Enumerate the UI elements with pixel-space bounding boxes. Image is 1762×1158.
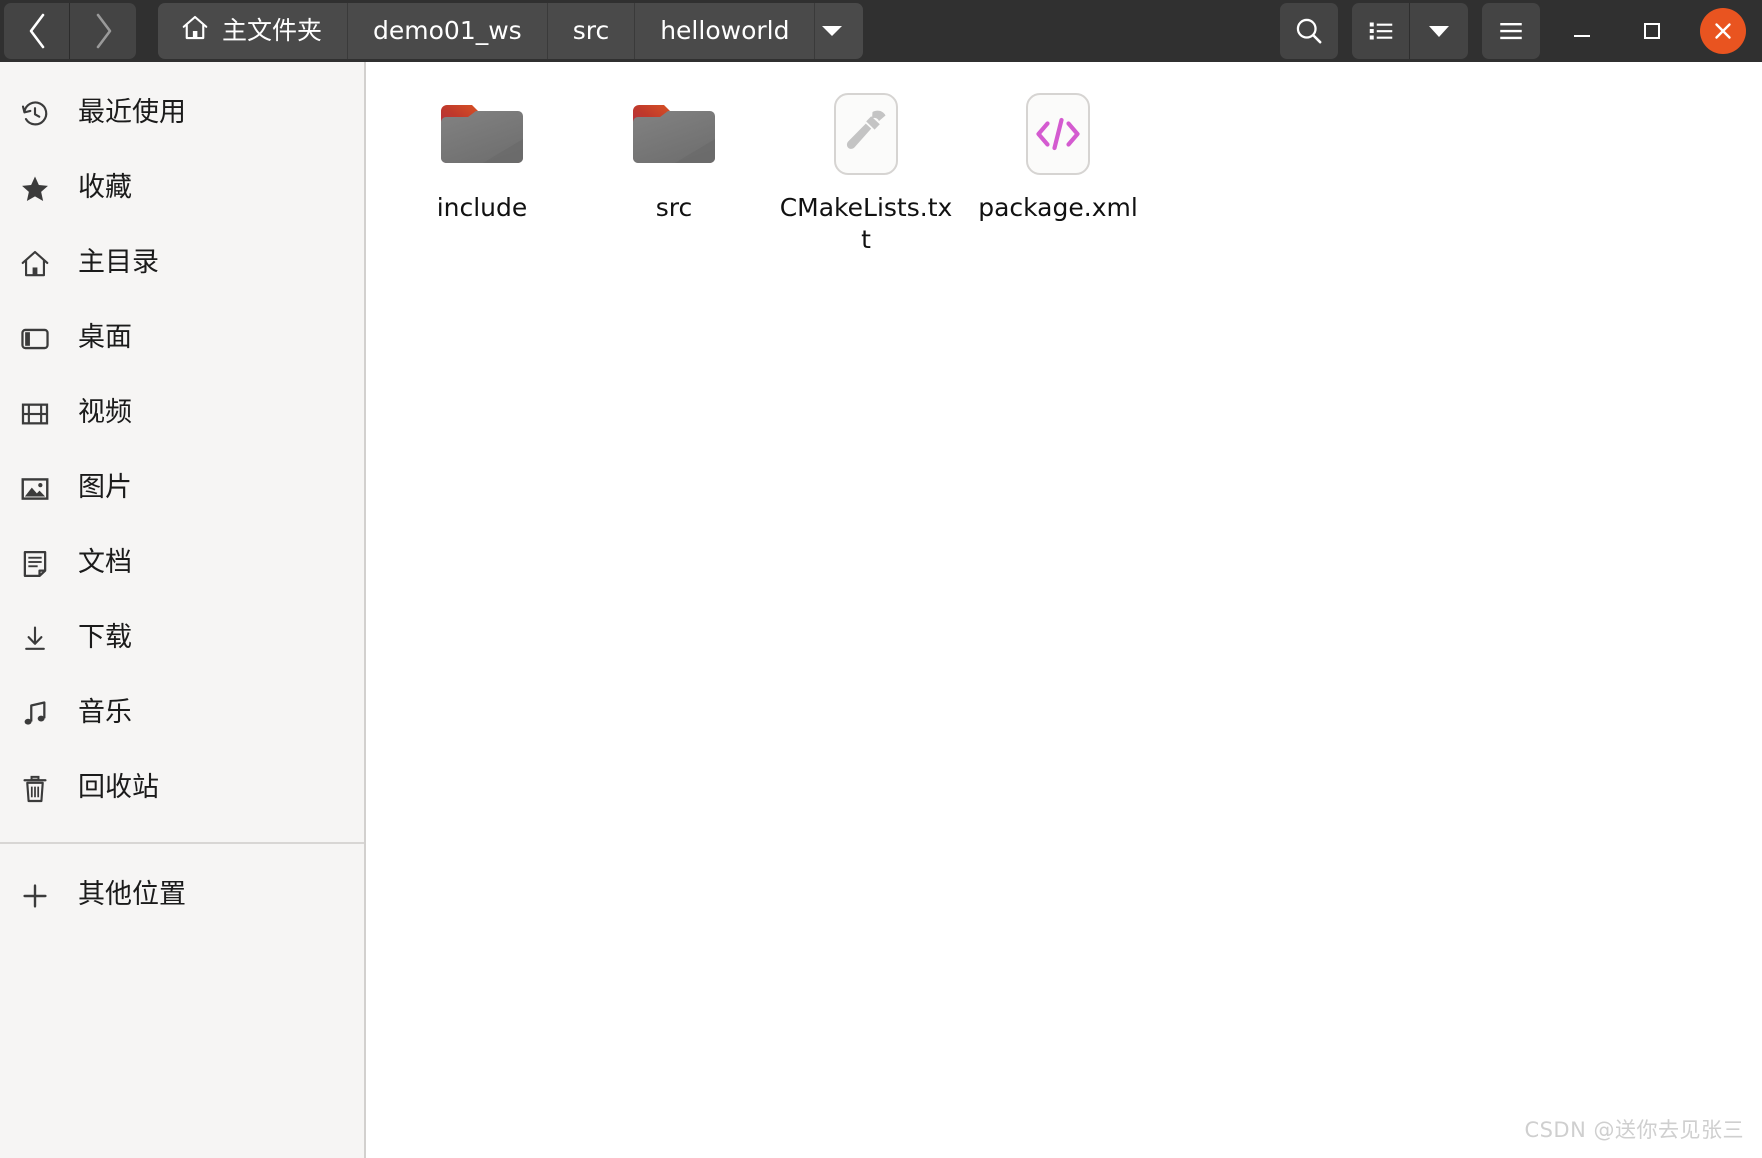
sidebar-item-pictures[interactable]: 图片	[0, 451, 364, 526]
star-icon	[16, 170, 54, 208]
sidebar-item-videos[interactable]: 视频	[0, 376, 364, 451]
breadcrumb-item-helloworld[interactable]: helloworld	[635, 3, 816, 59]
plus-icon	[16, 877, 54, 915]
window-body: 最近使用 收藏 主目录 桌面 视频 图片 文档 下载 音乐 回收站 其他位置 i…	[0, 62, 1762, 1158]
file-name-label: include	[436, 193, 528, 222]
forward-button[interactable]	[70, 3, 136, 59]
recent-clock-icon	[16, 95, 54, 133]
sidebar-item-label: 最近使用	[78, 97, 186, 128]
breadcrumb-dropdown-button[interactable]	[815, 3, 864, 59]
csdn-watermark: CSDN @送你去见张三	[1524, 1118, 1744, 1142]
image-picture-icon	[16, 470, 54, 508]
list-view-button[interactable]	[1352, 3, 1410, 59]
search-icon	[1296, 18, 1322, 44]
minimize-icon	[1574, 35, 1590, 37]
file-name-label: CMakeLists.txt	[779, 193, 953, 254]
sidebar-item-label: 回收站	[78, 772, 159, 803]
file-item-package-xml[interactable]: package.xml	[962, 80, 1154, 260]
breadcrumb-item-demo01-ws[interactable]: demo01_ws	[348, 3, 548, 59]
trash-bin-icon	[16, 770, 54, 808]
file-name-label: src	[655, 193, 693, 222]
close-button[interactable]	[1700, 8, 1746, 54]
breadcrumb-item-home[interactable]: 主文件夹	[158, 3, 349, 59]
home-icon	[180, 13, 210, 49]
chevron-left-icon	[29, 13, 44, 49]
file-name-label: package.xml	[978, 193, 1138, 222]
sidebar-item-label: 收藏	[78, 172, 132, 203]
music-note-icon	[16, 695, 54, 733]
sidebar-divider	[0, 842, 364, 844]
close-icon	[1715, 23, 1731, 39]
sidebar-item-label: 主目录	[78, 247, 159, 278]
sidebar-item-label: 下载	[78, 622, 132, 653]
file-item-src[interactable]: src	[578, 80, 770, 260]
sidebar-item-label: 视频	[78, 397, 132, 428]
breadcrumb-label: helloworld	[660, 15, 790, 45]
breadcrumb-label: src	[572, 15, 610, 45]
navigation-button-group	[4, 3, 136, 59]
sidebar: 最近使用 收藏 主目录 桌面 视频 图片 文档 下载 音乐 回收站 其他位置	[0, 62, 366, 1158]
sidebar-item-label: 图片	[78, 472, 132, 503]
sidebar-item-recent[interactable]: 最近使用	[0, 76, 364, 151]
sidebar-item-downloads[interactable]: 下载	[0, 601, 364, 676]
sidebar-item-label: 文档	[78, 547, 132, 578]
document-icon	[16, 545, 54, 583]
hamburger-menu-icon	[1500, 23, 1522, 40]
folder-icon	[434, 88, 530, 184]
breadcrumb-label: 主文件夹	[222, 15, 323, 45]
minimize-button[interactable]	[1554, 3, 1610, 59]
sidebar-item-starred[interactable]: 收藏	[0, 151, 364, 226]
header-right-group	[1266, 0, 1762, 62]
breadcrumb-item-src[interactable]: src	[547, 3, 636, 59]
sidebar-item-label: 其他位置	[78, 879, 186, 910]
file-list-view[interactable]: include src CMakeLists.txt package.xml C…	[366, 62, 1762, 1158]
breadcrumb: 主文件夹 demo01_ws src helloworld	[158, 3, 864, 59]
file-item-include[interactable]: include	[386, 80, 578, 260]
file-item-cmakelists-txt[interactable]: CMakeLists.txt	[770, 80, 962, 260]
hammer-build-file-icon	[818, 88, 914, 184]
sidebar-item-trash[interactable]: 回收站	[0, 751, 364, 826]
home-icon	[16, 245, 54, 283]
sidebar-item-documents[interactable]: 文档	[0, 526, 364, 601]
maximize-icon	[1644, 23, 1660, 39]
search-button[interactable]	[1280, 3, 1338, 59]
view-options-dropdown-button[interactable]	[1410, 3, 1468, 59]
xml-code-file-icon	[1010, 88, 1106, 184]
main-menu-button[interactable]	[1482, 3, 1540, 59]
chevron-down-icon	[1429, 25, 1449, 37]
desktop-icon	[16, 320, 54, 358]
sidebar-item-label: 桌面	[78, 322, 132, 353]
sidebar-item-home[interactable]: 主目录	[0, 226, 364, 301]
video-film-icon	[16, 395, 54, 433]
breadcrumb-label: demo01_ws	[373, 15, 522, 45]
sidebar-item-other-locations[interactable]: 其他位置	[0, 858, 364, 933]
header-bar: 主文件夹 demo01_ws src helloworld	[0, 0, 1762, 62]
list-view-icon	[1369, 22, 1392, 40]
file-manager-window: 主文件夹 demo01_ws src helloworld 最近使用 收藏 主目…	[0, 0, 1762, 1158]
maximize-button[interactable]	[1624, 3, 1680, 59]
chevron-down-icon	[822, 26, 843, 36]
download-arrow-icon	[16, 620, 54, 658]
sidebar-item-label: 音乐	[78, 697, 132, 728]
icon-grid: include src CMakeLists.txt package.xml	[366, 62, 1762, 260]
sidebar-item-desktop[interactable]: 桌面	[0, 301, 364, 376]
sidebar-item-music[interactable]: 音乐	[0, 676, 364, 751]
header-left-group: 主文件夹 demo01_ws src helloworld	[0, 0, 864, 62]
back-button[interactable]	[4, 3, 70, 59]
chevron-right-icon	[96, 13, 112, 49]
folder-icon	[626, 88, 722, 184]
view-mode-split-button	[1352, 3, 1468, 59]
